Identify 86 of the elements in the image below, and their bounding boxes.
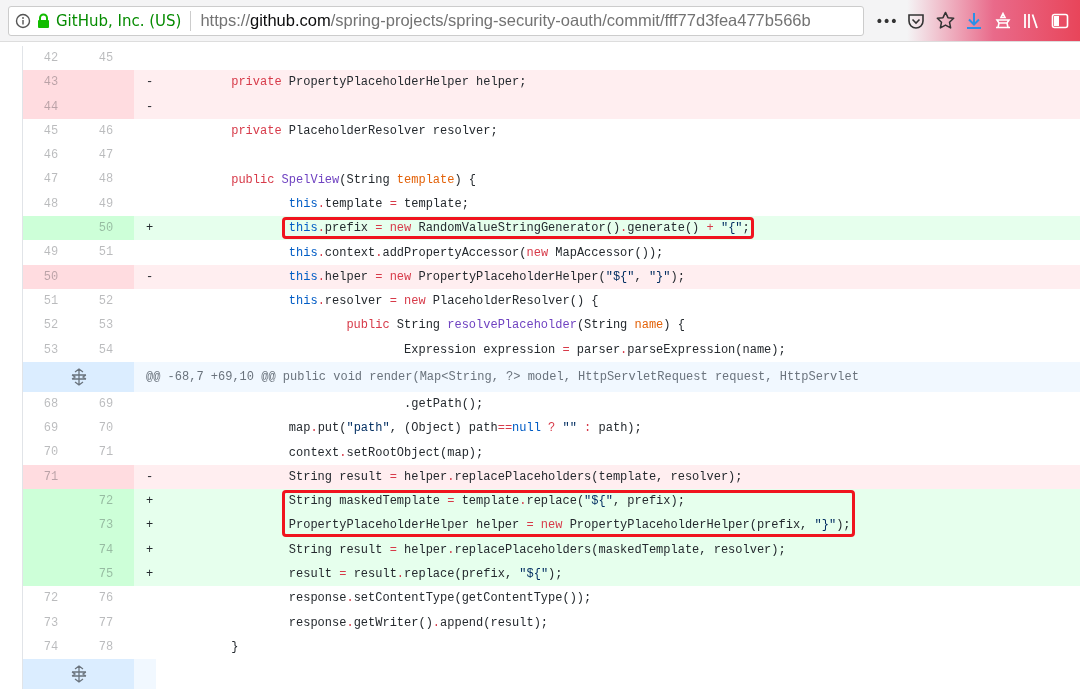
line-number: 73 [98, 518, 114, 533]
code-line: this.context.addPropertyAccessor(new MapAccessor()); [288, 245, 664, 260]
line-number: 54 [98, 342, 114, 357]
diff-sign: + [146, 518, 154, 533]
line-number: 68 [43, 396, 59, 411]
line-number: 76 [98, 591, 114, 606]
line-number: 70 [98, 421, 114, 436]
hunk-header: @@ -68,7 +69,10 @@ public void render(Map<String, ?> model, HttpServletRequest request, HttpServlet [134, 361, 1080, 392]
extension-icon[interactable] [993, 11, 1012, 30]
line-number: 44 [43, 99, 59, 114]
line-number: 42 [43, 51, 59, 65]
star-icon[interactable] [935, 11, 955, 30]
code-line: this.prefix = new RandomValueStringGenerator().generate() + "{"; [288, 221, 750, 236]
line-number: 50 [98, 221, 114, 236]
line-number: 46 [43, 148, 59, 163]
expand-icon [69, 664, 88, 685]
code-line: this.helper = new PropertyPlaceholderHelper("${", "}"); [288, 269, 685, 284]
expander-strip [134, 659, 156, 690]
pocket-icon[interactable] [907, 11, 926, 30]
line-number: 51 [98, 245, 114, 260]
url-text[interactable]: https://github.com/spring-projects/spring-security-oauth/commit/fff77d3fea477b566b [200, 11, 811, 30]
line-number: 74 [98, 542, 114, 557]
line-number: 72 [43, 591, 59, 606]
line-number: 49 [43, 245, 59, 260]
line-number: 74 [43, 639, 59, 654]
line-number: 70 [43, 445, 59, 460]
line-number: 47 [98, 148, 114, 163]
expand-button[interactable] [23, 361, 134, 392]
line-number: 50 [43, 269, 59, 284]
line-number: 47 [43, 172, 59, 187]
line-number: 78 [98, 639, 114, 654]
line-number: 73 [43, 615, 59, 630]
line-number: 69 [43, 421, 59, 436]
code-line: this.resolver = new PlaceholderResolver() { [288, 294, 599, 309]
code-line: String result = helper.replacePlaceholders(template, resolver); [288, 469, 743, 484]
line-number: 75 [98, 566, 114, 581]
line-number: 46 [98, 123, 114, 138]
site-identity[interactable]: GitHub, Inc. (US) [56, 11, 182, 30]
page-actions-button[interactable]: ••• [875, 12, 897, 29]
code-line: private PropertyPlaceholderHelper helper; [231, 75, 527, 90]
code-line: PropertyPlaceholderHelper helper = new PropertyPlaceholderHelper(prefix, "}"); [288, 518, 851, 533]
diff-sign: + [146, 494, 154, 509]
library-icon[interactable] [1022, 11, 1041, 30]
line-number: 45 [43, 123, 59, 138]
line-number: 69 [98, 396, 114, 411]
code-line: } [231, 639, 239, 654]
code-line: this.template = template; [288, 196, 469, 211]
line-number: 48 [98, 172, 114, 187]
code-line: String maskedTemplate = template.replace("${", prefix); [288, 494, 685, 509]
line-number: 52 [43, 318, 59, 333]
diff-sign: - [146, 99, 154, 114]
diff-sign: - [146, 269, 154, 284]
diff-sign: + [146, 542, 154, 557]
expand-button[interactable] [23, 659, 134, 690]
code-line: map.put("path", (Object) path==null ? "" : path); [288, 421, 642, 436]
lock-icon [37, 12, 50, 29]
line-number: 48 [43, 196, 59, 211]
info-icon[interactable] [15, 12, 31, 29]
address-bar[interactable]: GitHub, Inc. (US) https://github.com/spring-projects/spring-security-oauth/commit/fff77d3fea477b566b [8, 5, 864, 36]
line-number: 49 [98, 196, 114, 211]
line-number: 53 [98, 318, 114, 333]
diff-sign: - [146, 469, 154, 484]
code-line: context.setRootObject(map); [288, 445, 484, 460]
diff-sign: - [146, 75, 154, 90]
code-line: String result = helper.replacePlaceholders(maskedTemplate, resolver); [288, 542, 786, 557]
line-number: 51 [43, 293, 59, 308]
line-number: 77 [98, 615, 114, 630]
code-line: public SpelView(String template) { [231, 172, 477, 187]
code-line: Expression expression = parser.parseExpression(name); [404, 342, 786, 357]
line-number: 45 [98, 51, 114, 65]
line-number: 52 [98, 293, 114, 308]
code-line: response.getWriter().append(result); [288, 615, 549, 630]
diff-sign: + [146, 221, 154, 236]
code-line: result = result.replace(prefix, "${"); [288, 567, 563, 582]
line-number: 72 [98, 494, 114, 509]
code-line: .getPath(); [404, 397, 484, 411]
diff-sign: + [146, 567, 154, 582]
expand-icon [69, 366, 88, 387]
code-line: response.setContentType(getContentType()); [288, 591, 592, 606]
sidebar-icon[interactable] [1050, 11, 1069, 30]
line-number: 43 [43, 75, 59, 90]
code-line: public String resolvePlaceholder(String name) { [346, 318, 685, 333]
line-number: 71 [98, 445, 114, 460]
code-line: private PlaceholderResolver resolver; [231, 124, 498, 139]
line-number: 71 [43, 469, 59, 484]
line-number: 53 [43, 342, 59, 357]
